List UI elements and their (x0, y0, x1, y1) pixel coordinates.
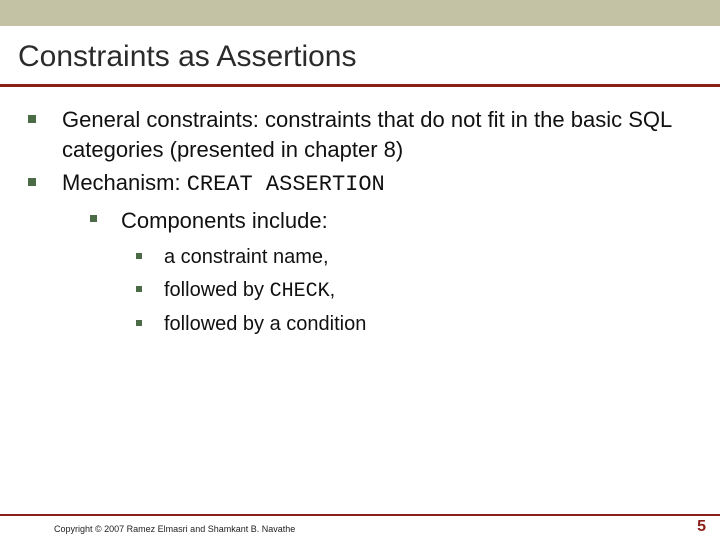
page-number: 5 (697, 518, 706, 536)
slide-content: General constraints: constraints that do… (0, 87, 720, 338)
bullet-suffix: , (330, 279, 336, 301)
lvl2-list: Components include: (28, 206, 692, 236)
bullet-code: CREAT ASSERTION (187, 172, 385, 197)
square-bullet-icon (136, 286, 142, 292)
bullet-lvl3: a constraint name, (136, 244, 692, 271)
lvl3-list: a constraint name, followed by CHECK, fo… (28, 244, 692, 338)
bullet-text: General constraints: constraints that do… (62, 105, 692, 164)
bullet-prefix: followed by (164, 279, 270, 301)
bullet-lvl1: Mechanism: CREAT ASSERTION (28, 168, 692, 200)
bullet-lvl3: followed by CHECK, (136, 277, 692, 305)
bullet-text: followed by CHECK, (164, 277, 335, 305)
footer: Copyright © 2007 Ramez Elmasri and Shamk… (0, 514, 720, 540)
bullet-text: Mechanism: CREAT ASSERTION (62, 168, 385, 200)
bullet-text: Components include: (121, 206, 328, 236)
slide-title: Constraints as Assertions (18, 40, 702, 74)
bullet-code: CHECK (270, 280, 330, 303)
square-bullet-icon (28, 115, 36, 123)
square-bullet-icon (136, 320, 142, 326)
square-bullet-icon (28, 178, 36, 186)
bullet-text: a constraint name, (164, 244, 329, 271)
bullet-text: followed by a condition (164, 311, 366, 338)
bullet-lvl1: General constraints: constraints that do… (28, 105, 692, 164)
bullet-prefix: Mechanism: (62, 170, 187, 195)
square-bullet-icon (136, 253, 142, 259)
bullet-lvl3: followed by a condition (136, 311, 692, 338)
bullet-lvl2: Components include: (90, 206, 692, 236)
copyright-text: Copyright © 2007 Ramez Elmasri and Shamk… (54, 524, 295, 534)
title-block: Constraints as Assertions (0, 26, 720, 87)
top-color-band (0, 0, 720, 26)
square-bullet-icon (90, 215, 97, 222)
